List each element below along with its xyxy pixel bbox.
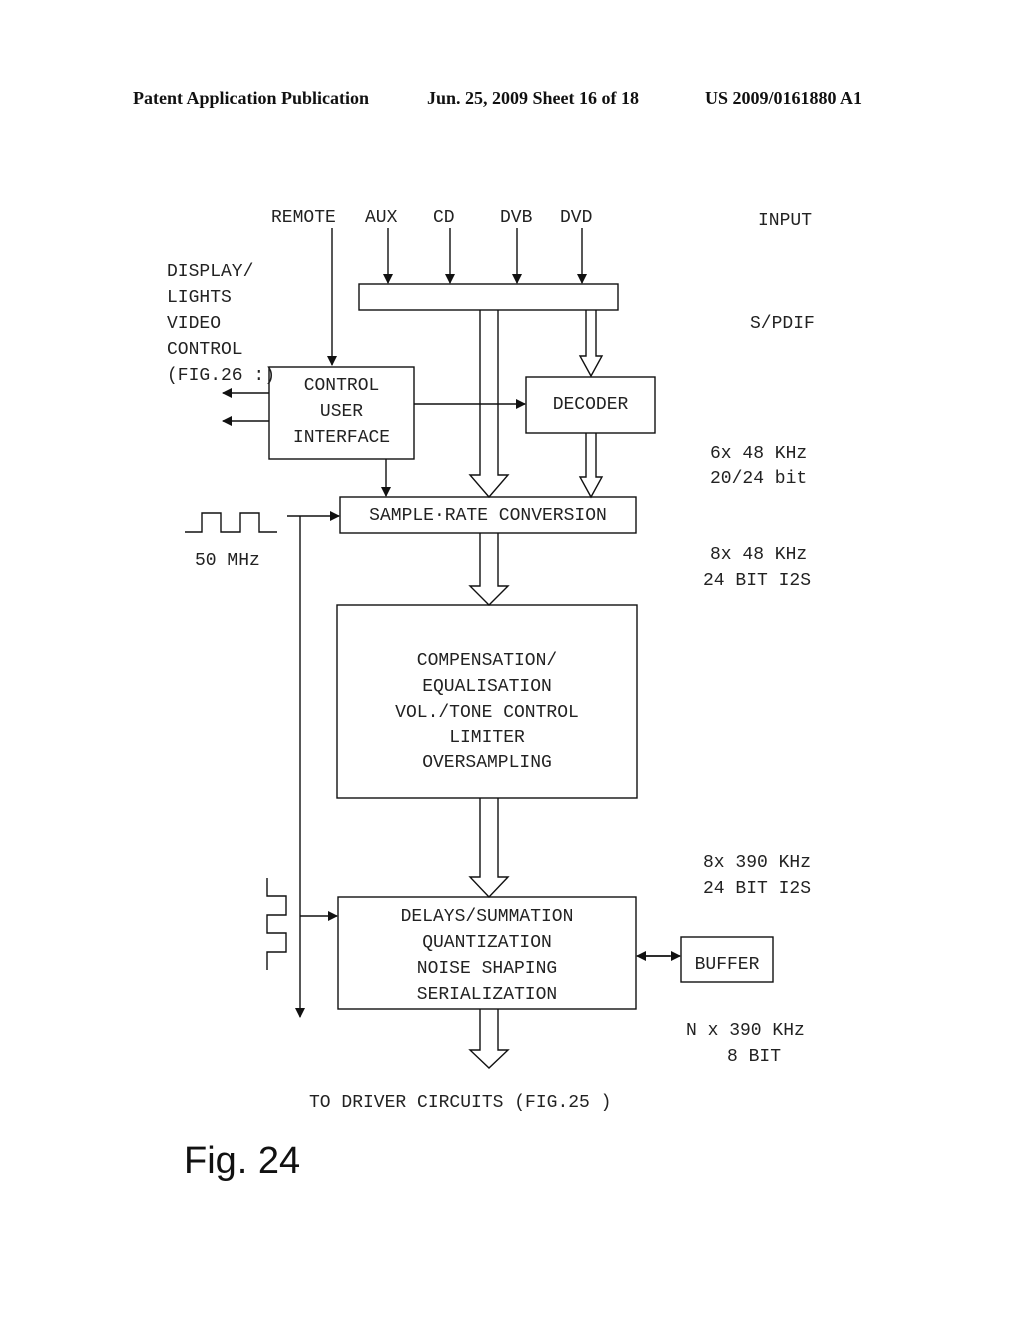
label-video: VIDEO [167, 314, 222, 334]
comp-line2: EQUALISATION [422, 677, 552, 697]
label-rate4-b: 8 BIT [727, 1047, 782, 1067]
label-fig26: (FIG.26 :) [167, 366, 276, 386]
label-rate1-a: 6x 48 KHz [710, 444, 808, 464]
wide-arrow-output [468, 1009, 510, 1069]
delays-line2: QUANTIZATION [422, 933, 552, 953]
label-display: DISPLAY/ [167, 262, 254, 282]
comp-line5: OVERSAMPLING [422, 753, 552, 773]
buffer-label: BUFFER [694, 955, 760, 975]
control-ui-line1: CONTROL [303, 376, 380, 396]
delays-line3: NOISE SHAPING [416, 959, 558, 979]
label-cd: CD [433, 208, 455, 228]
delays-line1: DELAYS/SUMMATION [400, 907, 574, 927]
control-ui-line2: USER [319, 402, 364, 422]
label-dvb: DVB [500, 208, 533, 228]
label-input: INPUT [758, 211, 813, 231]
control-ui-line3: INTERFACE [292, 428, 391, 448]
wide-arrow-bus-to-decoder [578, 310, 604, 378]
label-rate3-a: 8x 390 KHz [703, 853, 812, 873]
label-dvd: DVD [560, 208, 593, 228]
label-lights: LIGHTS [167, 288, 232, 308]
label-spdif: S/PDIF [750, 314, 815, 334]
label-remote: REMOTE [271, 208, 336, 228]
label-rate3-b: 24 BIT I2S [703, 879, 812, 899]
label-aux: AUX [365, 208, 398, 228]
comp-line3: VOL./TONE CONTROL [395, 703, 579, 723]
square-wave-vertical [266, 878, 287, 970]
wide-arrow-comp-to-delays [468, 798, 510, 899]
label-rate2-b: 24 BIT I2S [703, 571, 812, 591]
figure-label: Fig. 24 [184, 1140, 301, 1182]
src-label: SAMPLE·RATE CONVERSION [369, 506, 607, 526]
label-control: CONTROL [167, 340, 243, 360]
square-wave-50mhz [185, 512, 277, 533]
delays-line4: SERIALIZATION [416, 985, 558, 1005]
wide-arrow-src-to-comp [468, 533, 510, 606]
label-rate4-a: N x 390 KHz [686, 1021, 805, 1041]
decoder-label: DECODER [552, 395, 629, 415]
label-rate2-a: 8x 48 KHz [710, 545, 808, 565]
label-50mhz: 50 MHz [195, 551, 260, 571]
wide-arrow-decoder-to-src [578, 433, 604, 499]
output-label: TO DRIVER CIRCUITS (FIG.25 ) [309, 1093, 612, 1113]
comp-line1: COMPENSATION/ [416, 651, 558, 671]
comp-line4: LIMITER [449, 728, 525, 748]
label-rate1-b: 20/24 bit [710, 469, 808, 489]
input-bus-box [358, 283, 619, 311]
